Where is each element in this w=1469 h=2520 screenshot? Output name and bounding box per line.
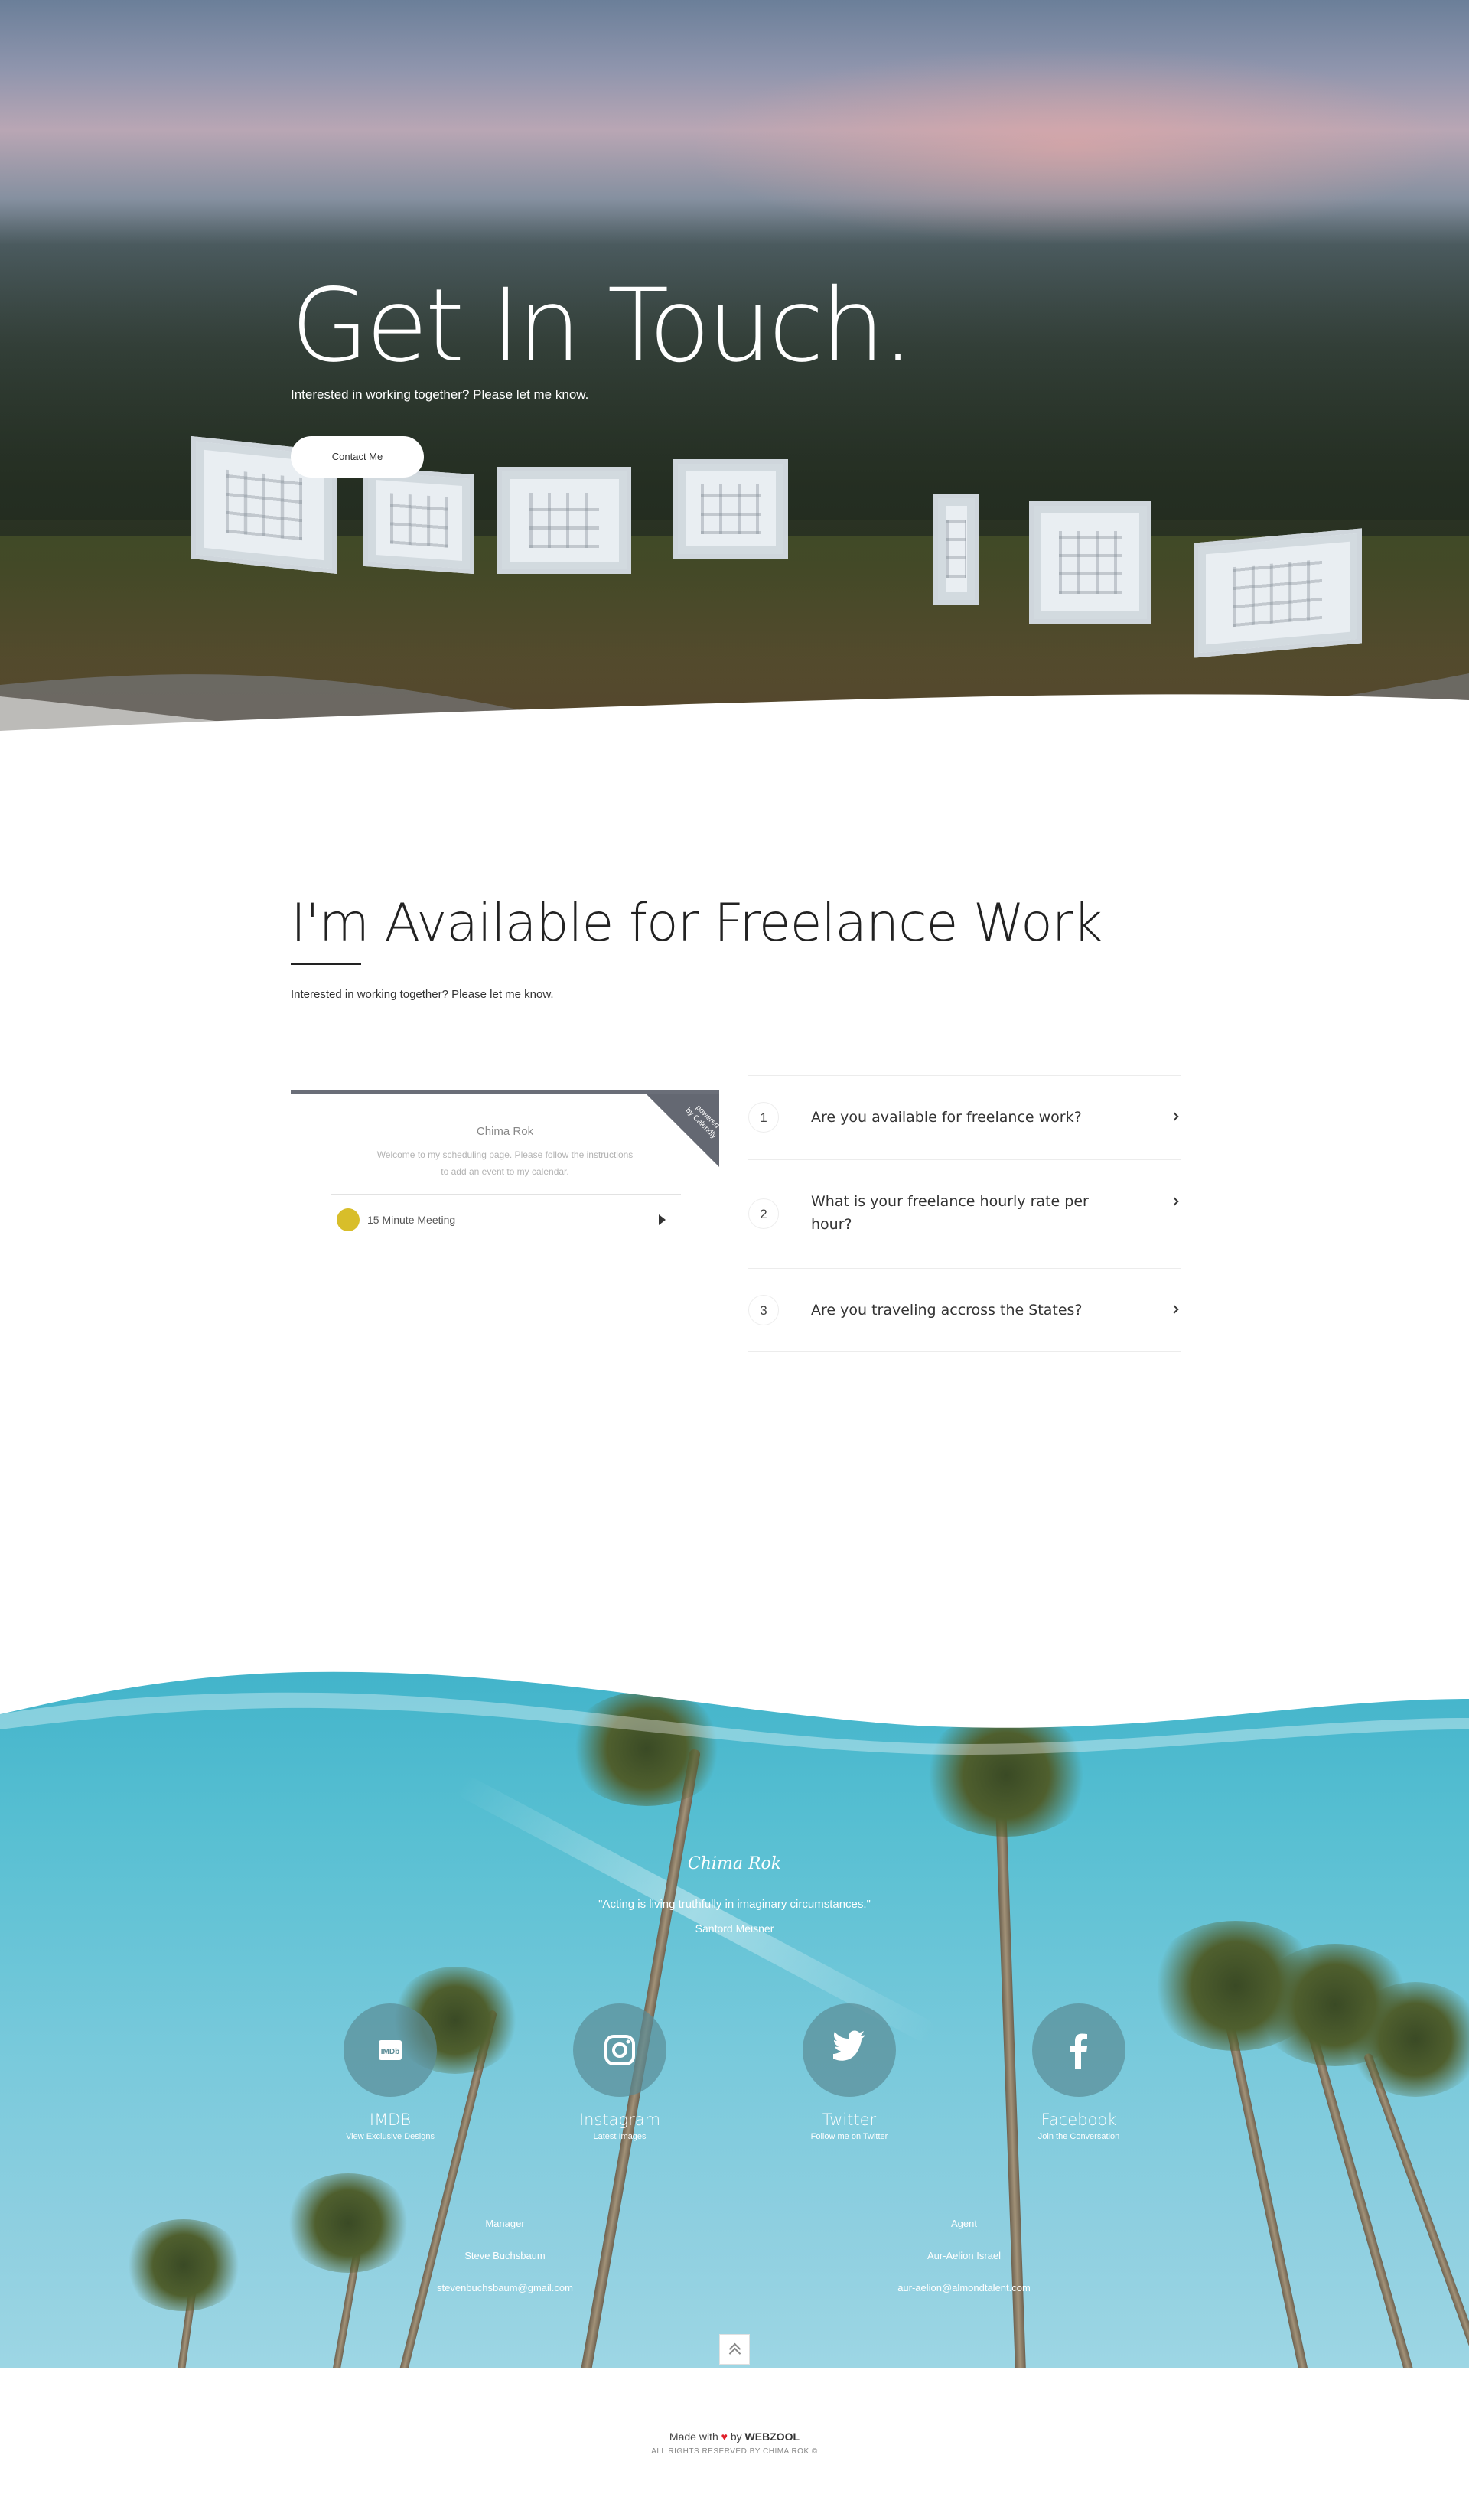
- copyright: ALL RIGHTS RESERVED BY CHIMA ROK ©: [651, 2447, 818, 2456]
- manager-name: Steve Buchsbaum: [464, 2250, 546, 2261]
- social-caption: Latest Images: [593, 2132, 647, 2141]
- hero-section: Get In Touch. Interested in working toge…: [0, 0, 1469, 765]
- event-type-item[interactable]: 15 Minute Meeting: [337, 1207, 673, 1233]
- freelance-subtitle: Interested in working together? Please l…: [291, 987, 554, 1001]
- brand-link[interactable]: WEBZOOL: [745, 2430, 800, 2443]
- facebook-icon[interactable]: [1032, 2003, 1125, 2097]
- social-imdb[interactable]: IMDb IMDB View Exclusive Designs: [306, 2003, 474, 2141]
- scheduler-widget: powered by Calendly Chima Rok Welcome to …: [291, 1090, 719, 1231]
- twitter-icon[interactable]: [803, 2003, 896, 2097]
- footer-background: [0, 1645, 1469, 2368]
- hero-title: Get In Touch.: [291, 267, 914, 385]
- faq-list: 1 Are you available for freelance work? …: [748, 1075, 1181, 1352]
- social-caption: View Exclusive Designs: [346, 2132, 435, 2141]
- social-name[interactable]: Twitter: [765, 2111, 933, 2129]
- event-color-dot: [337, 1208, 360, 1231]
- heart-icon: ♥: [721, 2430, 728, 2443]
- faq-item[interactable]: 3 Are you traveling accross the States?: [748, 1268, 1181, 1352]
- agent-label: Agent: [951, 2218, 977, 2229]
- made-by: by: [730, 2430, 742, 2443]
- footer-wave-divider: [0, 1645, 1469, 1756]
- social-name[interactable]: Facebook: [995, 2111, 1163, 2129]
- quote-author: Sanford Meisner: [695, 1922, 774, 1935]
- made-prefix: Made with: [669, 2430, 718, 2443]
- faq-number: 2: [748, 1198, 779, 1229]
- manager-label: Manager: [485, 2218, 525, 2229]
- agent-email[interactable]: aur-aelion@almondtalent.com: [849, 2272, 1079, 2304]
- social-facebook[interactable]: Facebook Join the Conversation: [995, 2003, 1163, 2141]
- divider: [331, 1194, 681, 1195]
- social-caption: Join the Conversation: [1037, 2132, 1120, 2141]
- caret-right-icon: [659, 1214, 666, 1225]
- faq-question: Are you available for freelance work?: [811, 1109, 1082, 1126]
- title-underline: [291, 963, 361, 965]
- hero-content: Get In Touch. Interested in working toge…: [291, 275, 1056, 478]
- faq-number: 3: [748, 1295, 779, 1325]
- hero-subtitle: Interested in working together? Please l…: [291, 387, 589, 402]
- agent-contact: Agent Aur-Aelion Israel aur-aelion@almon…: [849, 2208, 1079, 2304]
- svg-text:IMDb: IMDb: [381, 2048, 399, 2056]
- scheduler-description: Welcome to my scheduling page. Please fo…: [376, 1149, 634, 1177]
- faq-question: What is your freelance hourly rate per h…: [811, 1193, 1089, 1233]
- faq-number: 1: [748, 1102, 779, 1133]
- manager-email[interactable]: stevenbuchsbaum@gmail.com: [390, 2272, 620, 2304]
- social-name[interactable]: IMDB: [306, 2111, 474, 2129]
- imdb-icon[interactable]: IMDb: [344, 2003, 437, 2097]
- event-type-label: 15 Minute Meeting: [367, 1214, 456, 1226]
- sign-letter: [1194, 528, 1362, 658]
- instagram-icon[interactable]: [573, 2003, 666, 2097]
- palm-trunk: [1363, 2052, 1469, 2368]
- made-with-credit: Made with ♥ by WEBZOOL: [0, 2430, 1469, 2443]
- chevron-right-icon: [1170, 1305, 1179, 1314]
- faq-question: Are you traveling accross the States?: [811, 1302, 1083, 1319]
- social-name[interactable]: Instagram: [536, 2111, 704, 2129]
- social-instagram[interactable]: Instagram Latest Images: [536, 2003, 704, 2141]
- scheduler-name: Chima Rok: [476, 1125, 534, 1138]
- hero-wave-divider: [0, 673, 1469, 765]
- freelance-section: I'm Available for Freelance Work Interes…: [291, 895, 1194, 1001]
- agent-name: Aur-Aelion Israel: [927, 2250, 1002, 2261]
- chevron-right-icon: [1170, 1112, 1179, 1121]
- sign-letter: [933, 494, 979, 605]
- faq-item[interactable]: 1 Are you available for freelance work?: [748, 1075, 1181, 1159]
- sign-letter: [497, 467, 631, 574]
- sign-letter: [1029, 501, 1151, 624]
- chevron-right-icon: [1170, 1197, 1179, 1206]
- signature: Chima Rok: [687, 1854, 782, 1873]
- palm-crown: [122, 2219, 245, 2311]
- faq-item[interactable]: 2 What is your freelance hourly rate per…: [748, 1159, 1181, 1268]
- palm-crown: [1347, 1982, 1469, 2097]
- page: Get In Touch. Interested in working toge…: [0, 0, 1469, 2520]
- quote-text: "Acting is living truthfully in imaginar…: [598, 1898, 871, 1911]
- contact-me-button[interactable]: Contact Me: [291, 436, 424, 478]
- social-twitter[interactable]: Twitter Follow me on Twitter: [765, 2003, 933, 2141]
- sign-letter: [363, 466, 474, 575]
- social-caption: Follow me on Twitter: [810, 2132, 888, 2141]
- manager-contact: Manager Steve Buchsbaum stevenbuchsbaum@…: [390, 2208, 620, 2304]
- scroll-to-top-button[interactable]: [719, 2334, 750, 2365]
- freelance-title: I'm Available for Freelance Work: [291, 893, 1103, 954]
